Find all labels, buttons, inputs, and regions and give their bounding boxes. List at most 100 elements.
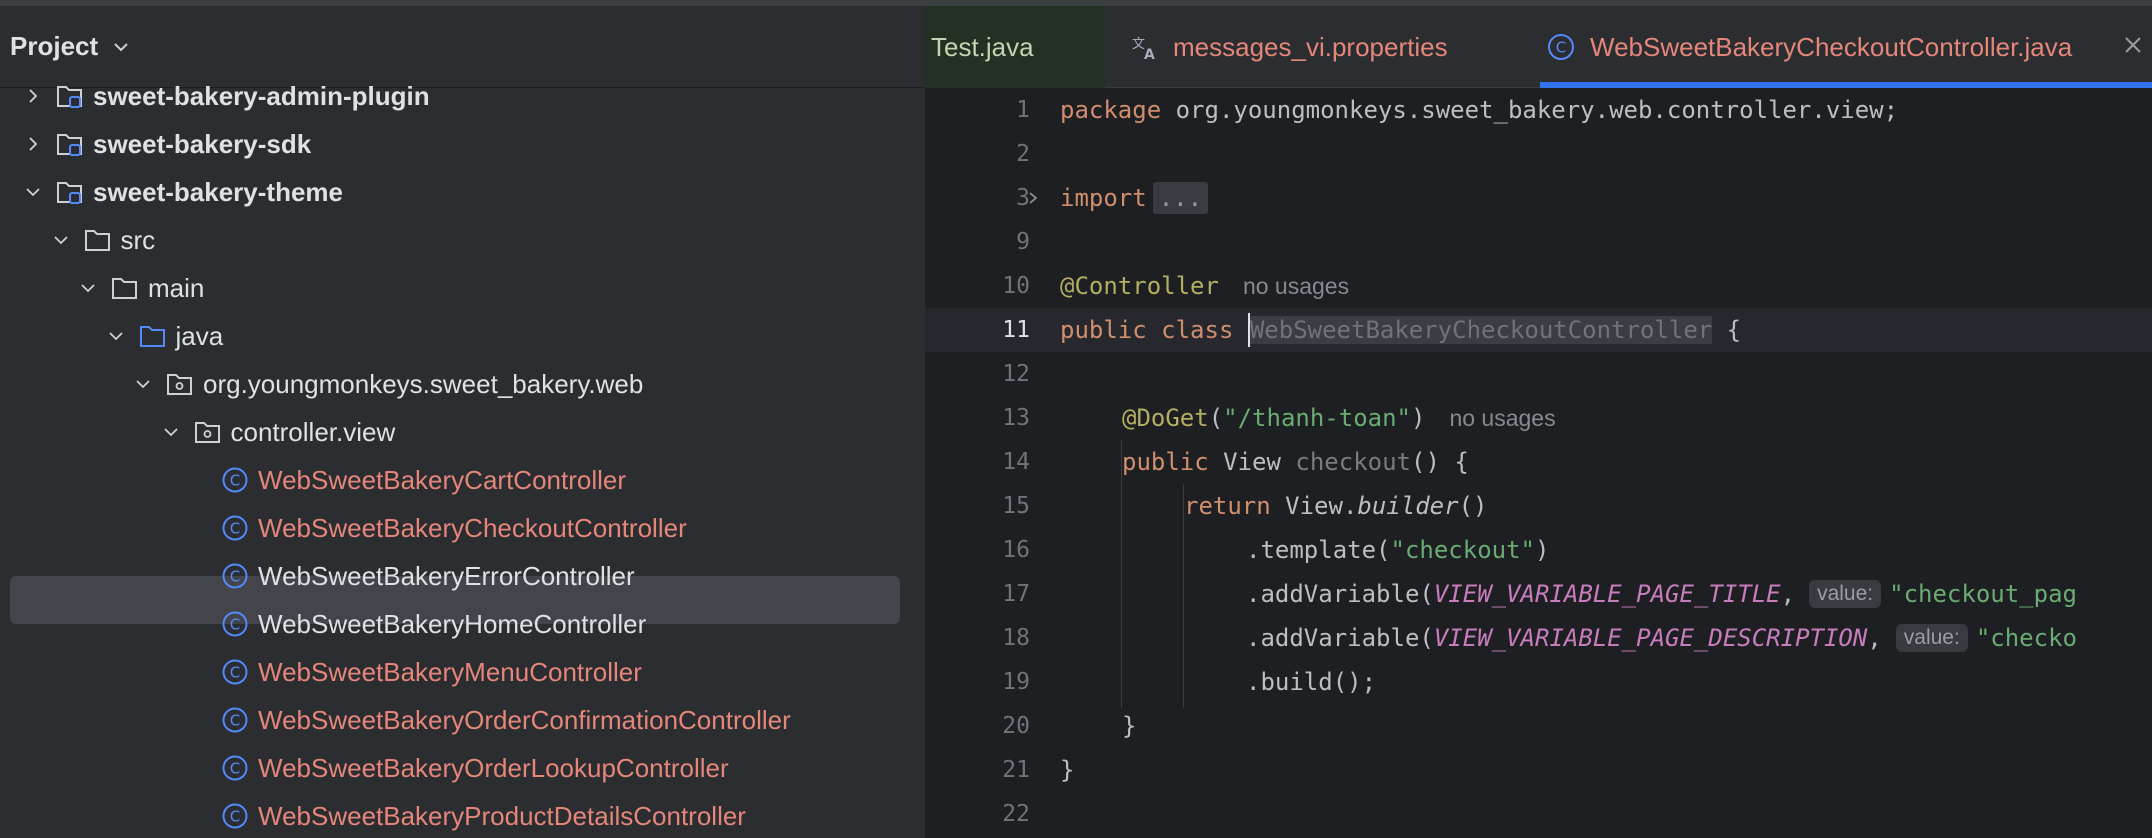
svg-text:C: C: [230, 664, 240, 682]
project-title[interactable]: Project: [10, 31, 98, 62]
tree-item-label: WebSweetBakeryProductDetailsController: [258, 800, 746, 831]
code-line[interactable]: 12: [925, 352, 2152, 396]
chevron-down-icon[interactable]: [21, 180, 45, 204]
project-tool-window: Project sweet-bakery-admin-plugin sweet-b…: [0, 0, 925, 838]
tree-item-label: org.youngmonkeys.sweet_bakery.web: [203, 368, 644, 399]
tree-item-label: sweet-bakery-sdk: [93, 128, 312, 159]
code-line[interactable]: 3 import...: [925, 176, 2152, 220]
folded-imports[interactable]: ...: [1152, 182, 1209, 214]
class-icon: C: [220, 658, 250, 686]
tree-item-folder[interactable]: sweet-bakery-theme: [0, 168, 925, 216]
code-token: "checkout_pag: [1889, 580, 2077, 608]
code-line[interactable]: 15 return View. builder(): [925, 484, 2152, 528]
code-line[interactable]: 20 }: [925, 704, 2152, 748]
tree-arrow-spacer: [186, 612, 210, 636]
tree-item-folder[interactable]: main: [0, 264, 925, 312]
code-line[interactable]: 21 }: [925, 748, 2152, 792]
code-token: .build();: [1246, 668, 1377, 696]
code-area[interactable]: 1 package org.youngmonkeys.sweet_bakery.…: [925, 88, 2152, 838]
code-line[interactable]: 16 .template("checkout"): [925, 528, 2152, 572]
code-line[interactable]: 17 .addVariable(VIEW_VARIABLE_PAGE_TITLE…: [925, 572, 2152, 616]
close-icon[interactable]: [2122, 34, 2144, 56]
tree-item-class[interactable]: C WebSweetBakeryOrderLookupController: [0, 744, 925, 792]
chevron-right-icon[interactable]: [21, 132, 45, 156]
module-folder-icon: [55, 178, 85, 206]
tab-test-java[interactable]: Test.java: [925, 6, 1105, 88]
code-line-current[interactable]: 11 public class WebSweetBakeryCheckoutCo…: [925, 308, 2152, 352]
tree-item-class[interactable]: C WebSweetBakeryMenuController: [0, 648, 925, 696]
source-folder-icon: [138, 322, 168, 350]
project-tree[interactable]: sweet-bakery-admin-plugin sweet-bakery-sd…: [0, 72, 925, 838]
code-token: .template(: [1246, 536, 1391, 564]
code-token: View.: [1285, 492, 1358, 520]
tree-item-label: sweet-bakery-theme: [93, 176, 343, 207]
code-line[interactable]: 22: [925, 792, 2152, 836]
line-number: 22: [1002, 801, 1030, 827]
svg-text:C: C: [230, 568, 240, 586]
tree-item-label: WebSweetBakeryHomeController: [258, 608, 647, 639]
usages-hint[interactable]: no usages: [1243, 273, 1349, 300]
tab-checkout-controller-java[interactable]: C WebSweetBakeryCheckoutController.java: [1540, 6, 2152, 88]
tree-item-class[interactable]: C WebSweetBakeryCartController: [0, 456, 925, 504]
code-line[interactable]: 9: [925, 220, 2152, 264]
parameter-hint: value:: [1809, 580, 1882, 608]
code-line[interactable]: 19 .build();: [925, 660, 2152, 704]
svg-text:C: C: [230, 520, 240, 538]
code-token: VIEW_VARIABLE_PAGE_DESCRIPTION: [1433, 624, 1868, 652]
svg-text:C: C: [230, 808, 240, 826]
chevron-down-icon[interactable]: [159, 420, 183, 444]
tree-item-class[interactable]: C WebSweetBakeryCheckoutController: [0, 504, 925, 552]
chevron-down-icon[interactable]: [49, 228, 73, 252]
chevron-down-icon[interactable]: [131, 372, 155, 396]
class-icon: C: [220, 466, 250, 494]
chevron-down-icon[interactable]: [76, 276, 100, 300]
line-number: 21: [1002, 757, 1030, 783]
tree-item-class[interactable]: C WebSweetBakeryOrderConfirmationControll…: [0, 696, 925, 744]
tree-item-label: WebSweetBakeryMenuController: [258, 656, 642, 687]
line-number: 9: [1016, 229, 1030, 255]
chevron-right-icon[interactable]: [1021, 186, 1045, 210]
chevron-down-icon[interactable]: [104, 324, 128, 348]
folder-icon: [83, 226, 113, 254]
tree-item-label: sweet-bakery-admin-plugin: [93, 80, 430, 111]
tree-item-class[interactable]: C WebSweetBakeryProductDetailsController: [0, 792, 925, 838]
code-line[interactable]: 2: [925, 132, 2152, 176]
folder-icon: [110, 274, 140, 302]
line-number: 17: [1002, 581, 1030, 607]
line-number: 13: [1002, 405, 1030, 431]
chevron-right-icon[interactable]: [21, 84, 45, 108]
code-line[interactable]: 1 package org.youngmonkeys.sweet_bakery.…: [925, 88, 2152, 132]
package-icon: [193, 418, 223, 446]
code-token: ): [1411, 404, 1426, 432]
tree-item-folder[interactable]: src: [0, 216, 925, 264]
tree-item-folder[interactable]: controller.view: [0, 408, 925, 456]
code-editor[interactable]: Test.java 文 A messages_vi.properties C W…: [925, 0, 2152, 838]
tree-item-class[interactable]: C WebSweetBakeryHomeController: [0, 600, 925, 648]
line-number: 10: [1002, 273, 1030, 299]
tree-arrow-spacer: [186, 756, 210, 780]
code-token: return: [1184, 492, 1286, 520]
tree-item-label: WebSweetBakeryOrderConfirmationControlle…: [258, 704, 791, 735]
chevron-down-icon[interactable]: [110, 36, 132, 58]
code-token: public: [1122, 448, 1224, 476]
tab-label: Test.java: [931, 31, 1034, 62]
code-token: @Controller: [1060, 272, 1219, 300]
code-token: .addVariable(: [1246, 624, 1434, 652]
code-line[interactable]: 14 public View checkout() {: [925, 440, 2152, 484]
code-line[interactable]: 13 @DoGet("/thanh-toan") no usages: [925, 396, 2152, 440]
tab-label: messages_vi.properties: [1173, 31, 1448, 62]
code-line[interactable]: 10 @Controller no usages: [925, 264, 2152, 308]
tree-item-folder[interactable]: sweet-bakery-admin-plugin: [0, 72, 925, 120]
line-number: 2: [1016, 141, 1030, 167]
code-token: "/thanh-toan": [1223, 404, 1411, 432]
usages-hint[interactable]: no usages: [1449, 405, 1555, 432]
tree-item-folder[interactable]: sweet-bakery-sdk: [0, 120, 925, 168]
tab-messages-vi-properties[interactable]: 文 A messages_vi.properties: [1125, 6, 1448, 88]
class-icon: C: [220, 514, 250, 542]
tree-item-class[interactable]: C WebSweetBakeryErrorController: [0, 552, 925, 600]
tree-arrow-spacer: [186, 468, 210, 492]
class-icon: C: [220, 802, 250, 830]
code-line[interactable]: 18 .addVariable(VIEW_VARIABLE_PAGE_DESCR…: [925, 616, 2152, 660]
tree-item-folder[interactable]: org.youngmonkeys.sweet_bakery.web: [0, 360, 925, 408]
tree-item-folder[interactable]: java: [0, 312, 925, 360]
